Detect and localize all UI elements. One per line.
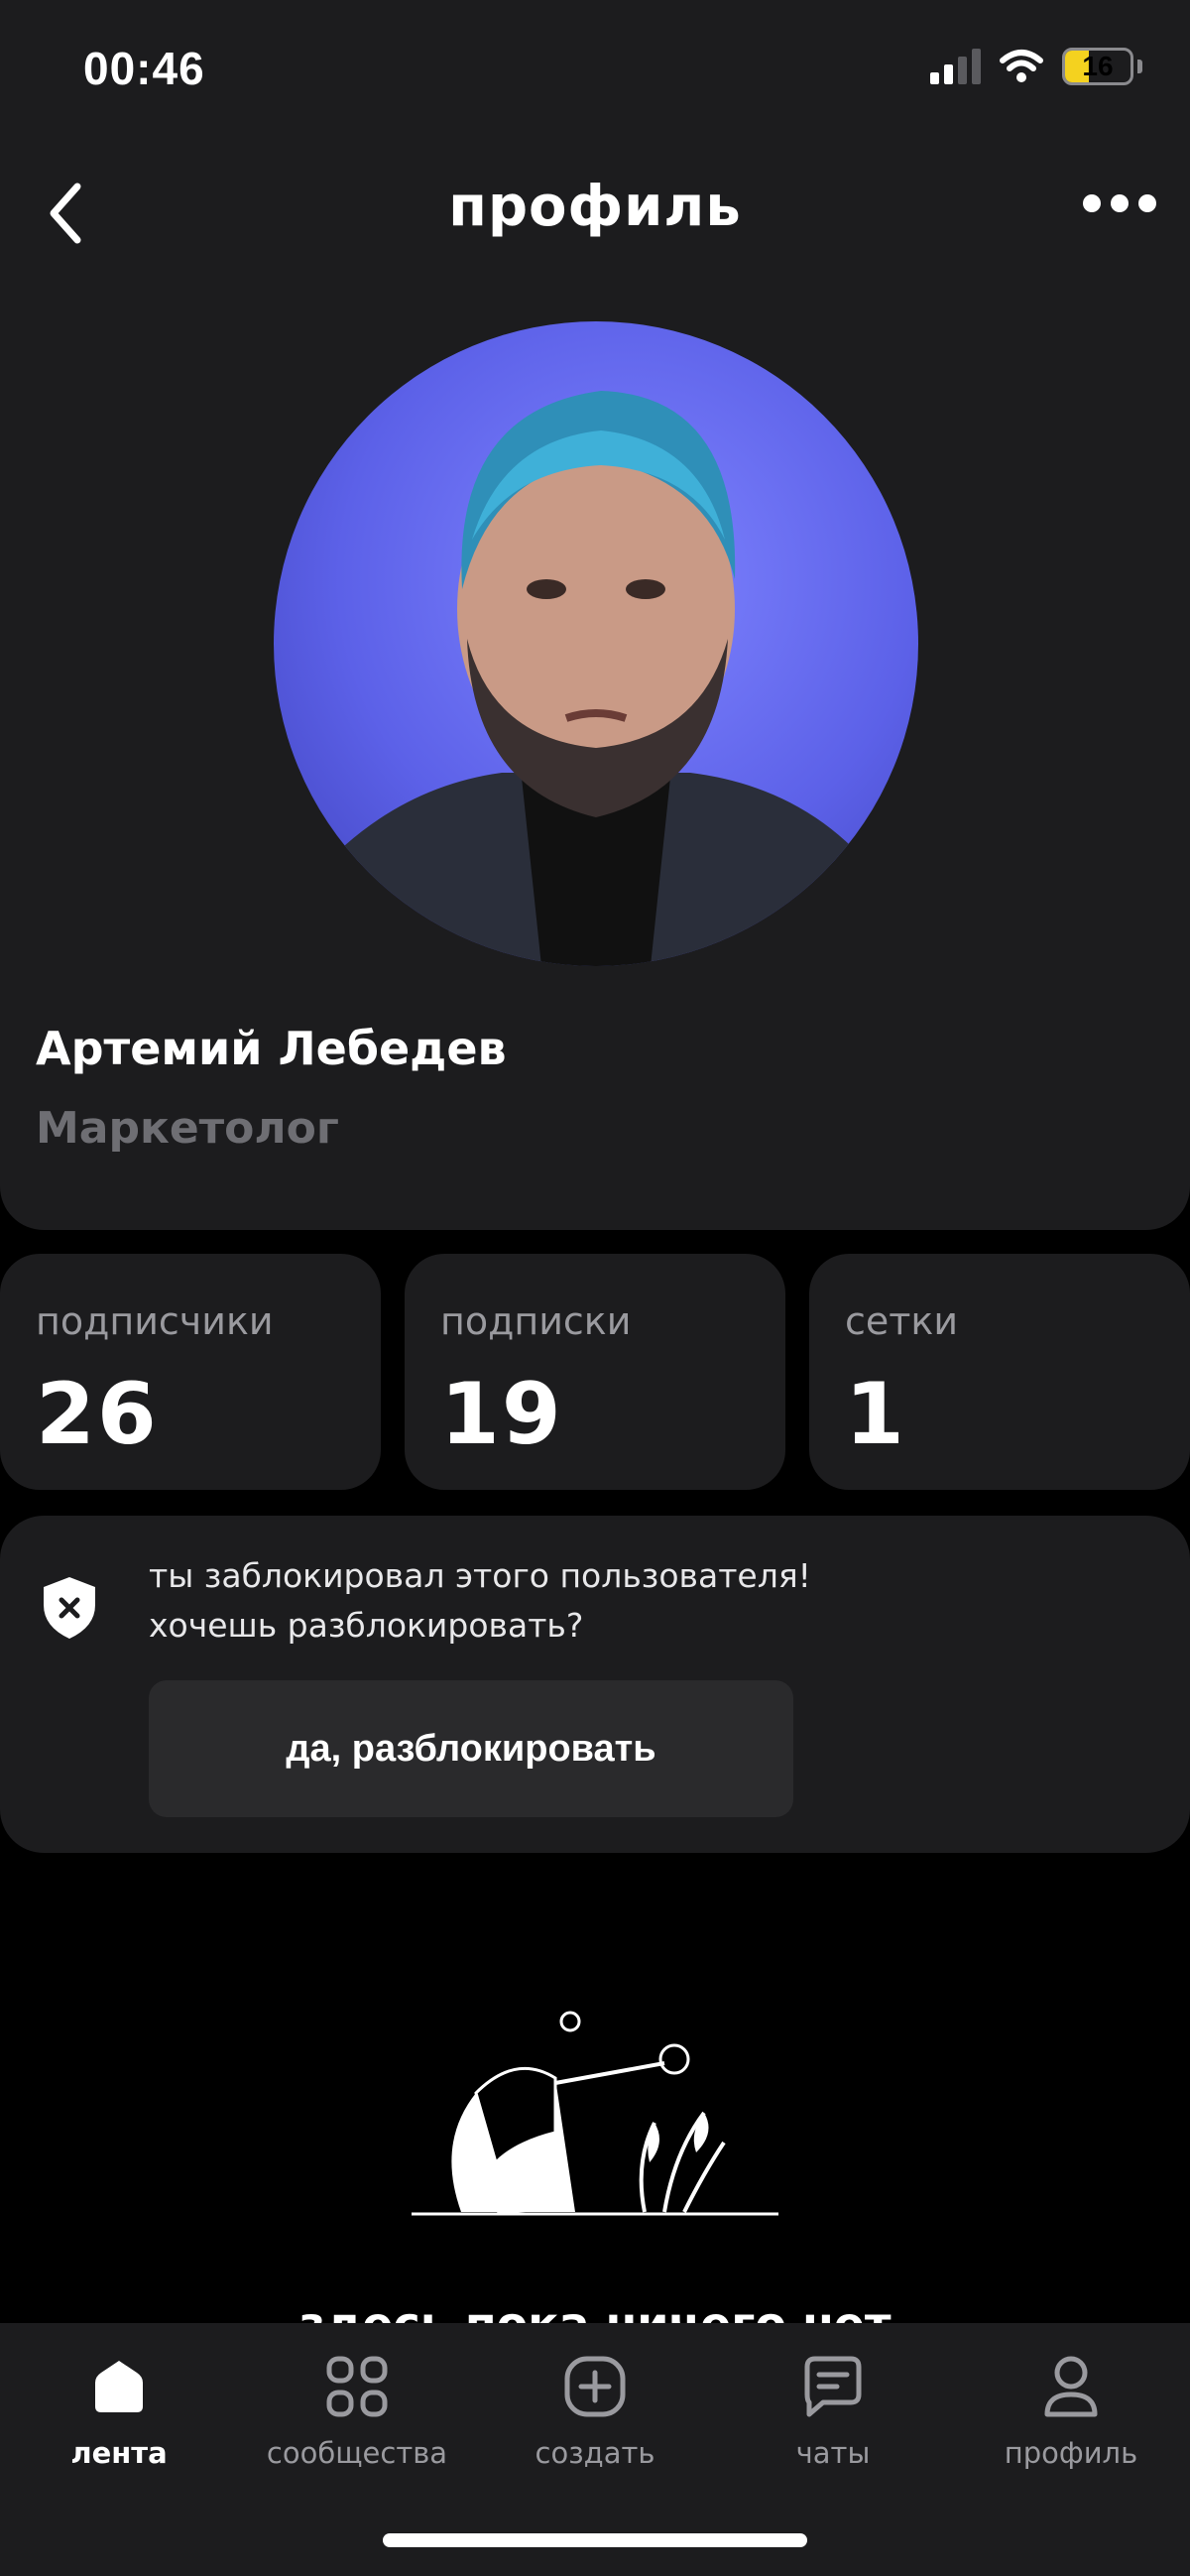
battery-level: 16: [1082, 51, 1114, 81]
blocked-message-line1: ты заблокировал этого пользователя!: [149, 1556, 811, 1595]
tab-label: сообщества: [266, 2436, 448, 2470]
battery-icon: 16: [1062, 48, 1133, 85]
grid-icon: [326, 2356, 388, 2417]
blocked-user-panel: ты заблокировал этого пользователя! хоче…: [0, 1516, 1190, 1853]
status-icons: 16: [930, 48, 1142, 85]
tab-create[interactable]: создать: [476, 2351, 714, 2470]
stat-grids[interactable]: сетки 1: [809, 1254, 1190, 1490]
user-role: Маркетолог: [36, 1103, 339, 1154]
profile-header-panel: 00:46 16 профиль Артемий Лебедев Маркето…: [0, 0, 1190, 1230]
tab-feed[interactable]: лента: [0, 2351, 238, 2470]
tab-label: создать: [535, 2436, 655, 2470]
tab-profile[interactable]: профиль: [952, 2351, 1190, 2470]
more-options-button[interactable]: [1083, 194, 1156, 212]
empty-state-illustration: [412, 2011, 778, 2216]
unblock-button[interactable]: да, разблокировать: [149, 1680, 793, 1817]
user-name: Артемий Лебедев: [36, 1022, 507, 1075]
stat-value: 19: [440, 1365, 563, 1464]
stat-value: 26: [36, 1365, 159, 1464]
tab-communities[interactable]: сообщества: [238, 2351, 476, 2470]
stat-followers[interactable]: подписчики 26: [0, 1254, 381, 1490]
stat-label: сетки: [845, 1299, 959, 1343]
tab-label: лента: [70, 2436, 168, 2470]
blocked-message: ты заблокировал этого пользователя! хоче…: [149, 1551, 811, 1651]
stat-following[interactable]: подписки 19: [405, 1254, 785, 1490]
status-time: 00:46: [83, 43, 205, 94]
tab-chats[interactable]: чаты: [714, 2351, 952, 2470]
cellular-signal-icon: [930, 49, 981, 84]
tab-label: профиль: [1004, 2436, 1138, 2470]
page-title: профиль: [448, 175, 742, 239]
plus-square-icon: [564, 2356, 626, 2417]
stat-value: 1: [845, 1365, 906, 1464]
tab-label: чаты: [795, 2436, 871, 2470]
stat-label: подписчики: [36, 1299, 274, 1343]
chat-icon: [804, 2356, 862, 2417]
shield-block-icon: [44, 1577, 95, 1639]
blocked-message-line2: хочешь разблокировать?: [149, 1606, 584, 1645]
user-icon: [1044, 2356, 1098, 2417]
wifi-icon: [1000, 50, 1043, 82]
avatar-portrait: [274, 391, 918, 966]
avatar: [274, 321, 918, 966]
stat-label: подписки: [440, 1299, 632, 1343]
home-indicator: [383, 2533, 807, 2547]
home-icon: [95, 2361, 143, 2412]
